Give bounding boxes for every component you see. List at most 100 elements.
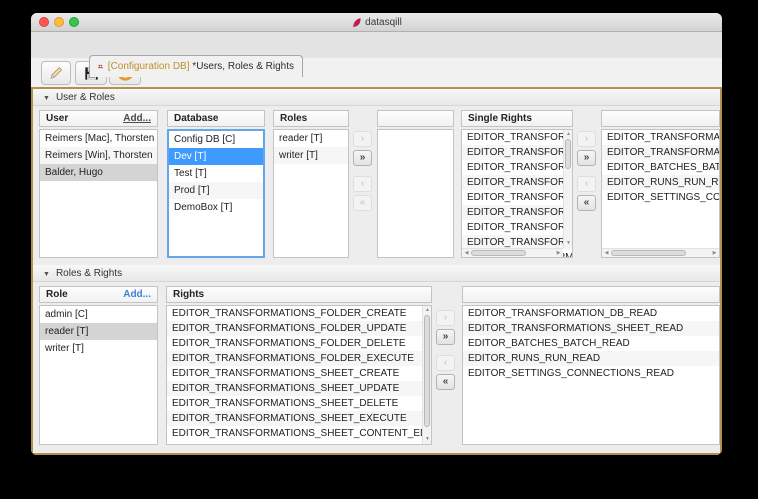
roles-available-list[interactable]: reader [T]writer [T]: [273, 129, 349, 258]
role-list-header: Role Add...: [39, 286, 158, 303]
list-item[interactable]: EDITOR_TRANSFORMATIONS_FOLDER_CREATE: [462, 130, 572, 145]
tab-users-roles-rights[interactable]: [Configuration DB] *Users, Roles & Right…: [89, 55, 303, 77]
scrollbar-thumb[interactable]: [611, 250, 686, 256]
scroll-right-icon[interactable]: [710, 249, 719, 258]
single-rights-available-list[interactable]: EDITOR_TRANSFORMATIONS_FOLDER_CREATEEDIT…: [461, 129, 573, 258]
single-rights-move-all-left-button[interactable]: «: [577, 195, 596, 211]
rights-available-list[interactable]: EDITOR_TRANSFORMATIONS_FOLDER_CREATEEDIT…: [166, 305, 432, 445]
rights-transfer-buttons: ›»‹«: [436, 310, 456, 390]
tab-context-label: [Configuration DB]: [108, 61, 190, 72]
tab-document-label: *Users, Roles & Rights: [192, 61, 294, 72]
window-title-text: datasqill: [365, 17, 402, 28]
list-item[interactable]: EDITOR_TRANSFORMATIONS_SHEET_READ: [463, 321, 719, 336]
list-item[interactable]: EDITOR_RUNS_RUN_READ: [463, 351, 719, 366]
list-item[interactable]: EDITOR_SETTINGS_CONNECTIONS_READ: [463, 366, 719, 381]
scroll-up-icon[interactable]: [423, 306, 432, 315]
single-rights-move-left-button: ‹: [577, 176, 596, 192]
roles-transfer-buttons: ›»‹«: [353, 131, 373, 211]
list-item[interactable]: reader [T]: [40, 323, 157, 340]
horizontal-scrollbar[interactable]: [462, 248, 563, 257]
database-header-label: Database: [174, 113, 218, 124]
list-item[interactable]: Balder, Hugo: [40, 164, 157, 181]
single-rights-assigned-list[interactable]: EDITOR_TRANSFORMATION_DB_READEDITOR_TRAN…: [601, 129, 720, 258]
role-header-label: Role: [46, 289, 68, 300]
list-item[interactable]: EDITOR_TRANSFORMATIONS_SHEET_READ: [602, 145, 719, 160]
roles-assigned-list[interactable]: [377, 129, 454, 258]
scrollbar-thumb[interactable]: [471, 250, 526, 256]
list-item[interactable]: EDITOR_TRANSFORMATIONS_SHEET_CREATE: [167, 366, 431, 381]
roles-move-left-button: ‹: [353, 176, 372, 192]
list-item[interactable]: Test [T]: [169, 165, 263, 182]
rights-assigned-list[interactable]: EDITOR_TRANSFORMATION_DB_READEDITOR_TRAN…: [462, 305, 720, 445]
scrollbar-thumb[interactable]: [424, 315, 430, 427]
list-item[interactable]: writer [T]: [40, 340, 157, 357]
content-frame: User & Roles User Add... Reimers [Mac], …: [31, 87, 722, 455]
scrollbar-thumb[interactable]: [565, 139, 571, 169]
scroll-right-icon[interactable]: [554, 249, 563, 258]
list-item[interactable]: EDITOR_TRANSFORMATIONS_FOLDER_CREATE: [167, 306, 431, 321]
list-item[interactable]: EDITOR_TRANSFORMATIONS_SHEET_DELETE: [462, 220, 572, 235]
single-rights-transfer-buttons: ›»‹«: [577, 131, 597, 211]
scroll-up-icon[interactable]: [564, 130, 573, 139]
list-item[interactable]: reader [T]: [274, 130, 348, 147]
list-item[interactable]: EDITOR_TRANSFORMATIONS_FOLDER_UPDATE: [462, 145, 572, 160]
list-item[interactable]: EDITOR_TRANSFORMATIONS_FOLDER_EXECUTE: [462, 175, 572, 190]
database-list[interactable]: Config DB [C]Dev [T]Test [T]Prod [T]Demo…: [167, 129, 265, 258]
list-item[interactable]: EDITOR_TRANSFORMATIONS_SHEET_CONTENT_EDI…: [167, 426, 431, 441]
user-list-header: User Add...: [39, 110, 158, 127]
list-item[interactable]: Prod [T]: [169, 182, 263, 199]
list-item[interactable]: EDITOR_TRANSFORMATIONS_FOLDER_EXECUTE: [167, 351, 431, 366]
list-item[interactable]: EDITOR_TRANSFORMATIONS_SHEET_UPDATE: [167, 381, 431, 396]
section-title: Roles & Rights: [56, 268, 122, 279]
rights-move-all-left-button[interactable]: «: [436, 374, 455, 390]
list-item[interactable]: Reimers [Mac], Thorsten: [40, 130, 157, 147]
list-item[interactable]: EDITOR_RUNS_RUN_READ: [602, 175, 719, 190]
list-item[interactable]: EDITOR_TRANSFORMATIONS_FOLDER_DELETE: [167, 336, 431, 351]
list-item[interactable]: EDITOR_BATCHES_BATCH_READ: [602, 160, 719, 175]
list-item[interactable]: EDITOR_SETTINGS_CONNECTIONS_READ: [602, 190, 719, 205]
list-item[interactable]: Dev [T]: [169, 148, 263, 165]
list-item[interactable]: EDITOR_TRANSFORMATION_DB_READ: [463, 306, 719, 321]
section-header-user-roles[interactable]: User & Roles: [33, 89, 720, 106]
scroll-left-icon[interactable]: [462, 249, 471, 258]
edit-button[interactable]: [41, 61, 71, 85]
vertical-scrollbar[interactable]: [422, 306, 431, 444]
vertical-scrollbar[interactable]: [563, 130, 572, 248]
roles-move-all-right-button[interactable]: »: [353, 150, 372, 166]
user-list[interactable]: Reimers [Mac], ThorstenReimers [Win], Th…: [39, 129, 158, 258]
list-item[interactable]: EDITOR_TRANSFORMATIONS_SHEET_UPDATE: [462, 205, 572, 220]
list-item[interactable]: Reimers [Win], Thorsten: [40, 147, 157, 164]
rights-move-all-right-button[interactable]: »: [436, 329, 455, 345]
scroll-down-icon[interactable]: [564, 239, 573, 248]
scroll-down-icon[interactable]: [423, 435, 432, 444]
list-item[interactable]: EDITOR_TRANSFORMATION_DB_READ: [602, 130, 719, 145]
single-rights-assigned-header: [601, 110, 720, 127]
list-item[interactable]: EDITOR_TRANSFORMATIONS_SHEET_EXECUTE: [167, 411, 431, 426]
add-role-link[interactable]: Add...: [123, 289, 151, 300]
list-item[interactable]: writer [T]: [274, 147, 348, 164]
list-item[interactable]: EDITOR_TRANSFORMATIONS_FOLDER_UPDATE: [167, 321, 431, 336]
single-rights-move-all-right-button[interactable]: »: [577, 150, 596, 166]
add-user-link[interactable]: Add...: [123, 113, 151, 124]
list-item[interactable]: admin [C]: [40, 306, 157, 323]
list-item[interactable]: DemoBox [T]: [169, 199, 263, 216]
scroll-left-icon[interactable]: [602, 249, 611, 258]
title-bar[interactable]: datasqill: [31, 13, 722, 32]
roles-move-right-button: ›: [353, 131, 372, 147]
user-header-label: User: [46, 113, 68, 124]
window-title: datasqill: [31, 13, 722, 32]
list-item[interactable]: EDITOR_TRANSFORMATIONS_SHEET_DELETE: [167, 396, 431, 411]
list-item[interactable]: EDITOR_TRANSFORMATIONS_FOLDER_DELETE: [462, 160, 572, 175]
section-title: User & Roles: [56, 92, 115, 103]
list-item[interactable]: Config DB [C]: [169, 131, 263, 148]
app-window: datasqill [Configuration DB] *Users, Rol…: [31, 13, 722, 455]
section-header-roles-rights[interactable]: Roles & Rights: [33, 265, 720, 282]
horizontal-scrollbar[interactable]: [602, 248, 719, 257]
list-item[interactable]: EDITOR_BATCHES_BATCH_READ: [463, 336, 719, 351]
list-item[interactable]: EDITOR_TRANSFORMATIONS_SHEET_CREATE: [462, 190, 572, 205]
role-list[interactable]: admin [C]reader [T]writer [T]: [39, 305, 158, 445]
rights-move-left-button: ‹: [436, 355, 455, 371]
app-logo-icon: [351, 18, 361, 28]
pencil-icon: [47, 64, 65, 82]
desktop-background: datasqill [Configuration DB] *Users, Rol…: [0, 0, 758, 499]
